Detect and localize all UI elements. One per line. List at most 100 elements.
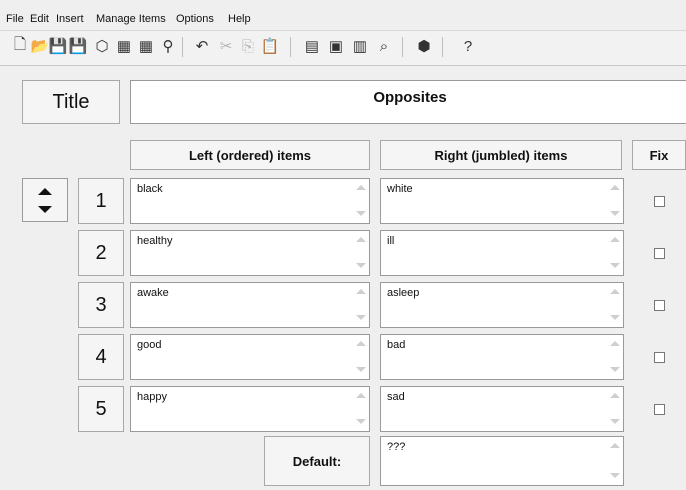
scrollbar[interactable]	[354, 284, 368, 326]
fix-checkbox[interactable]	[654, 404, 665, 415]
menu-file[interactable]: File	[6, 13, 24, 25]
scrollbar[interactable]	[354, 388, 368, 430]
scrollbar[interactable]	[608, 438, 622, 484]
row-number[interactable]: 2	[78, 230, 124, 276]
row-number[interactable]: 1	[78, 178, 124, 224]
scroll-up-icon[interactable]	[610, 237, 620, 242]
right-item-text: ill	[387, 235, 395, 247]
fix-header: Fix	[632, 140, 686, 170]
save-as-icon[interactable]: 💾	[68, 36, 88, 56]
scrollbar[interactable]	[354, 180, 368, 222]
open-icon[interactable]: 📂	[30, 36, 50, 56]
move-row-buttons	[22, 178, 68, 222]
scroll-down-icon[interactable]	[610, 419, 620, 424]
scroll-up-icon[interactable]	[610, 289, 620, 294]
scrollbar[interactable]	[354, 232, 368, 274]
scroll-down-icon[interactable]	[356, 419, 366, 424]
right-item-input[interactable]: sad	[380, 386, 624, 432]
fix-checkbox[interactable]	[654, 248, 665, 259]
toolbar: 🗋 📂 💾 💾 ⬡ ▦ ▦ ⚲ ↶ ✂ ⎘ 📋 ▤ ▣ ▥ ⌕ ⬢?	[0, 30, 686, 66]
paste-icon[interactable]: 📋	[260, 36, 280, 56]
right-item-input[interactable]: ill	[380, 230, 624, 276]
row-number[interactable]: 4	[78, 334, 124, 380]
pin-icon[interactable]: ⚲	[158, 36, 178, 56]
title-input[interactable]: Opposites	[130, 80, 686, 124]
undo-icon[interactable]: ↶	[192, 36, 212, 56]
fix-checkbox[interactable]	[654, 300, 665, 311]
right-items-header: Right (jumbled) items	[380, 140, 622, 170]
scrollbar[interactable]	[608, 180, 622, 222]
toolbar-separator	[402, 37, 403, 57]
scroll-down-icon[interactable]	[610, 473, 620, 478]
scroll-up-icon[interactable]	[356, 341, 366, 346]
menu-bar: File Edit Insert Manage Items Options He…	[0, 10, 686, 28]
scroll-up-icon[interactable]	[356, 289, 366, 294]
view-icon[interactable]: ▦	[114, 36, 134, 56]
scroll-down-icon[interactable]	[610, 367, 620, 372]
scrollbar[interactable]	[608, 284, 622, 326]
row-number[interactable]: 3	[78, 282, 124, 328]
scrollbar[interactable]	[608, 388, 622, 430]
right-item-text: sad	[387, 391, 405, 403]
scroll-down-icon[interactable]	[610, 211, 620, 216]
cut-icon[interactable]: ✂	[216, 36, 236, 56]
save-icon[interactable]: 💾	[48, 36, 68, 56]
scroll-down-icon[interactable]	[356, 211, 366, 216]
left-item-text: awake	[137, 287, 169, 299]
default-value: ???	[387, 441, 406, 453]
right-item-text: bad	[387, 339, 406, 351]
export-icon[interactable]: ▣	[326, 36, 346, 56]
left-item-text: good	[137, 339, 162, 351]
move-up-icon[interactable]	[38, 188, 52, 195]
menu-options[interactable]: Options	[176, 13, 214, 25]
left-item-text: black	[137, 183, 163, 195]
menu-edit[interactable]: Edit	[30, 13, 49, 25]
scrollbar[interactable]	[608, 336, 622, 378]
move-down-icon[interactable]	[38, 206, 52, 213]
menu-help[interactable]: Help	[228, 13, 251, 25]
title-label: Title	[22, 80, 120, 124]
toolbar-separator	[182, 37, 183, 57]
left-item-text: healthy	[137, 235, 173, 247]
scroll-up-icon[interactable]	[610, 341, 620, 346]
scroll-up-icon[interactable]	[610, 393, 620, 398]
right-item-input[interactable]: bad	[380, 334, 624, 380]
scrollbar[interactable]	[608, 232, 622, 274]
scroll-up-icon[interactable]	[356, 393, 366, 398]
left-items-header: Left (ordered) items	[130, 140, 370, 170]
left-item-input[interactable]: black	[130, 178, 370, 224]
scrollbar[interactable]	[354, 336, 368, 378]
scroll-up-icon[interactable]	[356, 185, 366, 190]
menu-insert[interactable]: Insert	[56, 13, 84, 25]
fix-checkbox[interactable]	[654, 196, 665, 207]
view-alt-icon[interactable]: ▦	[136, 36, 156, 56]
scroll-up-icon[interactable]	[610, 443, 620, 448]
scroll-down-icon[interactable]	[610, 315, 620, 320]
scroll-down-icon[interactable]	[356, 263, 366, 268]
default-button[interactable]: Default:	[264, 436, 370, 486]
web-page-icon[interactable]: ▤	[302, 36, 322, 56]
right-item-input[interactable]: white	[380, 178, 624, 224]
left-item-input[interactable]: healthy	[130, 230, 370, 276]
fix-checkbox[interactable]	[654, 352, 665, 363]
data-icon[interactable]: ▥	[350, 36, 370, 56]
scroll-down-icon[interactable]	[356, 315, 366, 320]
scroll-down-icon[interactable]	[356, 367, 366, 372]
new-icon[interactable]: 🗋	[10, 36, 30, 56]
scroll-up-icon[interactable]	[356, 237, 366, 242]
search-icon[interactable]: ⌕	[374, 36, 394, 56]
menu-manage-items[interactable]: Manage Items	[96, 13, 166, 25]
help-icon[interactable]: ?	[458, 36, 478, 56]
eraser-icon[interactable]: ⬡	[92, 36, 112, 56]
default-input[interactable]: ???	[380, 436, 624, 486]
copy-icon[interactable]: ⎘	[238, 36, 258, 56]
left-item-text: happy	[137, 391, 167, 403]
left-item-input[interactable]: awake	[130, 282, 370, 328]
scroll-up-icon[interactable]	[610, 185, 620, 190]
row-number[interactable]: 5	[78, 386, 124, 432]
right-item-input[interactable]: asleep	[380, 282, 624, 328]
shield-icon[interactable]: ⬢	[414, 36, 434, 56]
scroll-down-icon[interactable]	[610, 263, 620, 268]
left-item-input[interactable]: good	[130, 334, 370, 380]
left-item-input[interactable]: happy	[130, 386, 370, 432]
